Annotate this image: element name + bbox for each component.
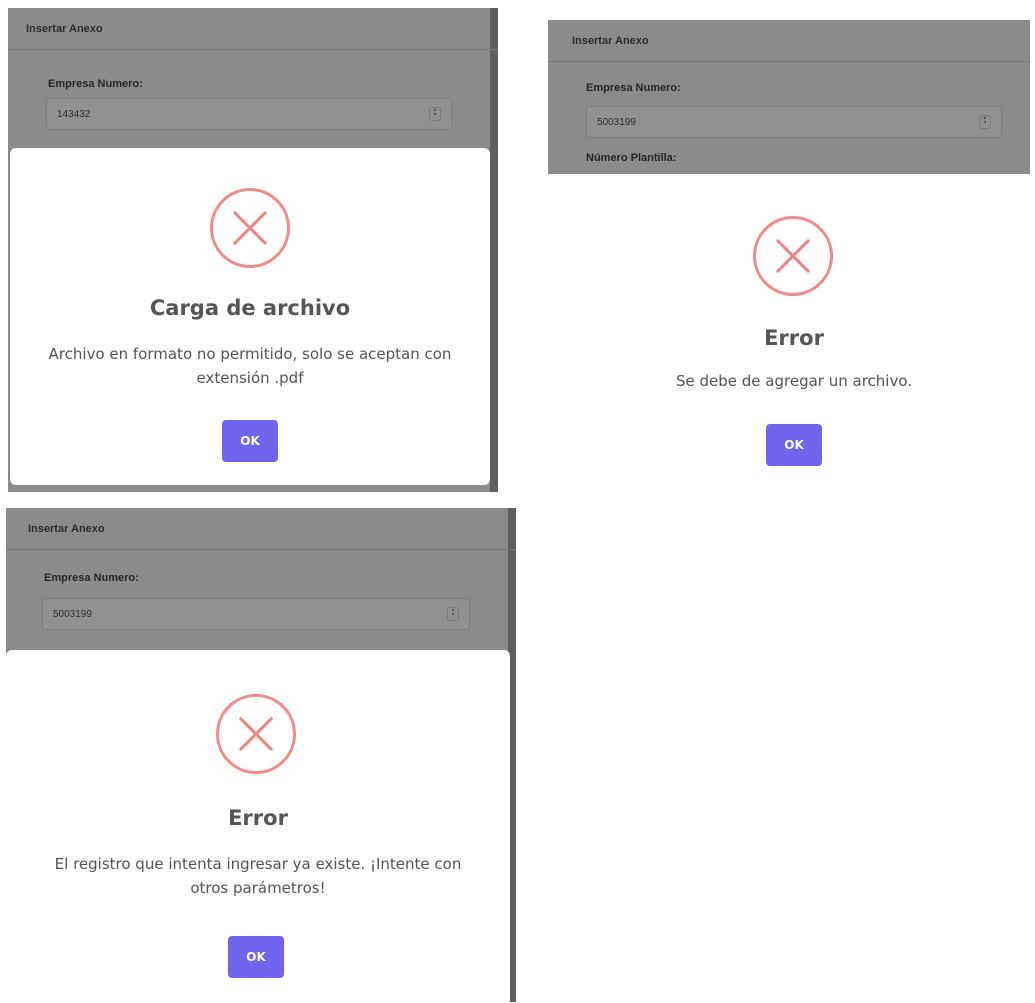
empresa-numero-value: 5003199 xyxy=(53,608,92,620)
number-spinner-icon[interactable]: ▴ ▾ xyxy=(429,107,441,121)
dialog-title: Error xyxy=(764,326,824,350)
insert-annex-form-backdrop: Insertar Anexo Empresa Numero: 5003199 ▴… xyxy=(548,20,1030,174)
backdrop-edge xyxy=(490,8,498,492)
number-spinner-icon[interactable]: ▴ ▾ xyxy=(447,607,459,621)
empresa-numero-value: 5003199 xyxy=(597,116,636,128)
empresa-numero-value: 143432 xyxy=(57,108,91,120)
error-x-icon xyxy=(210,188,290,268)
dialog-message: Se debe de agregar un archivo. xyxy=(675,372,913,390)
form-header-title: Insertar Anexo xyxy=(8,8,498,50)
number-spinner-icon[interactable]: ▴ ▾ xyxy=(979,115,991,129)
empresa-numero-label: Empresa Numero: xyxy=(586,82,681,94)
dialog-title: Error xyxy=(228,806,288,830)
screenshot-panel-upload-format-error: Insertar Anexo Empresa Numero: 143432 ▴ ▾… xyxy=(8,8,498,492)
empresa-numero-label: Empresa Numero: xyxy=(44,572,139,584)
ok-button[interactable]: OK xyxy=(766,424,822,466)
alert-dialog: Carga de archivo Archivo en formato no p… xyxy=(10,148,490,485)
alert-dialog: Error Se debe de agregar un archivo. OK xyxy=(548,174,1030,480)
dialog-title: Carga de archivo xyxy=(149,296,351,320)
empresa-numero-input[interactable]: 143432 ▴ ▾ xyxy=(46,98,452,130)
alert-dialog: Error El registro que intenta ingresar y… xyxy=(6,650,510,1002)
numero-plantilla-label: Número Plantilla: xyxy=(586,152,677,164)
screenshot-panel-duplicate-record-error: Insertar Anexo Empresa Numero: 5003199 ▴… xyxy=(6,508,516,1002)
error-x-icon xyxy=(216,694,296,774)
screenshot-panel-missing-file-error: Insertar Anexo Empresa Numero: 5003199 ▴… xyxy=(548,20,1030,480)
form-header-title: Insertar Anexo xyxy=(6,508,516,550)
empresa-numero-label: Empresa Numero: xyxy=(48,78,143,90)
ok-button[interactable]: OK xyxy=(228,936,284,978)
ok-button[interactable]: OK xyxy=(222,420,278,462)
error-x-icon xyxy=(753,216,833,296)
dialog-message: El registro que intenta ingresar ya exis… xyxy=(54,855,462,897)
empresa-numero-input[interactable]: 5003199 ▴ ▾ xyxy=(586,106,1002,138)
dialog-message: Archivo en formato no permitido, solo se… xyxy=(48,345,452,387)
form-header-title: Insertar Anexo xyxy=(548,20,1030,62)
empresa-numero-input[interactable]: 5003199 ▴ ▾ xyxy=(42,598,470,630)
